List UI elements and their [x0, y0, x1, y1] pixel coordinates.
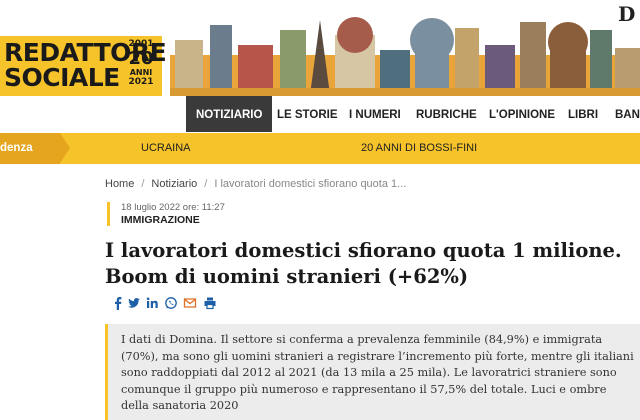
nav-item-le-storie[interactable]: LE STORIE [277, 96, 338, 132]
article-summary-box: I dati di Domina. Il settore si conferma… [105, 324, 640, 420]
anniversary-badge: 2001 20 ANNI 2021 [121, 39, 161, 88]
corner-logo-fragment: D [618, 2, 636, 26]
article-title: I lavoratori domestici sfiorano quota 1 … [105, 239, 622, 288]
main-navigation: NOTIZIARIO LE STORIE I NUMERI RUBRICHE L… [0, 96, 640, 132]
twitter-icon[interactable] [127, 296, 141, 310]
anniversary-year-to: 2021 [128, 77, 154, 87]
article-summary: I dati di Domina. Il settore si conferma… [121, 333, 634, 412]
email-icon[interactable] [183, 296, 197, 310]
article-category[interactable]: IMMIGRAZIONE [121, 214, 200, 226]
news-ticker: denza UCRAINA 20 ANNI DI BOSSI-FINI [0, 133, 640, 164]
ticker-item-bossi-fini[interactable]: 20 ANNI DI BOSSI-FINI [361, 133, 477, 164]
breadcrumb-separator: / [204, 178, 208, 190]
nav-item-rubriche[interactable]: RUBRICHE [416, 96, 477, 132]
nav-item-i-numeri[interactable]: I NUMERI [349, 96, 401, 132]
breadcrumb: Home / Notiziario / I lavoratori domestici s… [105, 178, 406, 190]
ticker-arrow [60, 133, 70, 163]
anniversary-number: 20 [128, 48, 154, 69]
breadcrumb-section[interactable]: Notiziario [151, 178, 197, 190]
whatsapp-icon[interactable] [164, 296, 178, 310]
city-skyline-illustration [170, 0, 640, 103]
linkedin-icon[interactable] [145, 296, 159, 310]
anniversary-word: ANNI [129, 68, 153, 77]
nav-item-libri[interactable]: LIBRI [568, 96, 598, 132]
breadcrumb-separator: / [141, 178, 145, 190]
facebook-icon[interactable] [111, 296, 125, 310]
meta-accent-bar [107, 202, 110, 226]
nav-item-lopinione[interactable]: L'OPINIONE [489, 96, 555, 132]
ticker-highlight-label: denza [0, 142, 33, 154]
nav-item-notiziario[interactable]: NOTIZIARIO [186, 96, 273, 132]
breadcrumb-home[interactable]: Home [105, 178, 134, 190]
ticker-highlight: denza [0, 133, 60, 164]
breadcrumb-current: I lavoratori domestici sfiorano quota 1.… [214, 178, 407, 190]
print-icon[interactable] [203, 296, 217, 310]
article-date: 18 luglio 2022 ore: 11:27 [121, 202, 225, 213]
nav-item-banc[interactable]: BANC [615, 96, 640, 132]
header-banner: REDATTORE SOCIALE 2001 20 ANNI 2021 D [0, 0, 640, 103]
ticker-item-ucraina[interactable]: UCRAINA [141, 133, 191, 164]
